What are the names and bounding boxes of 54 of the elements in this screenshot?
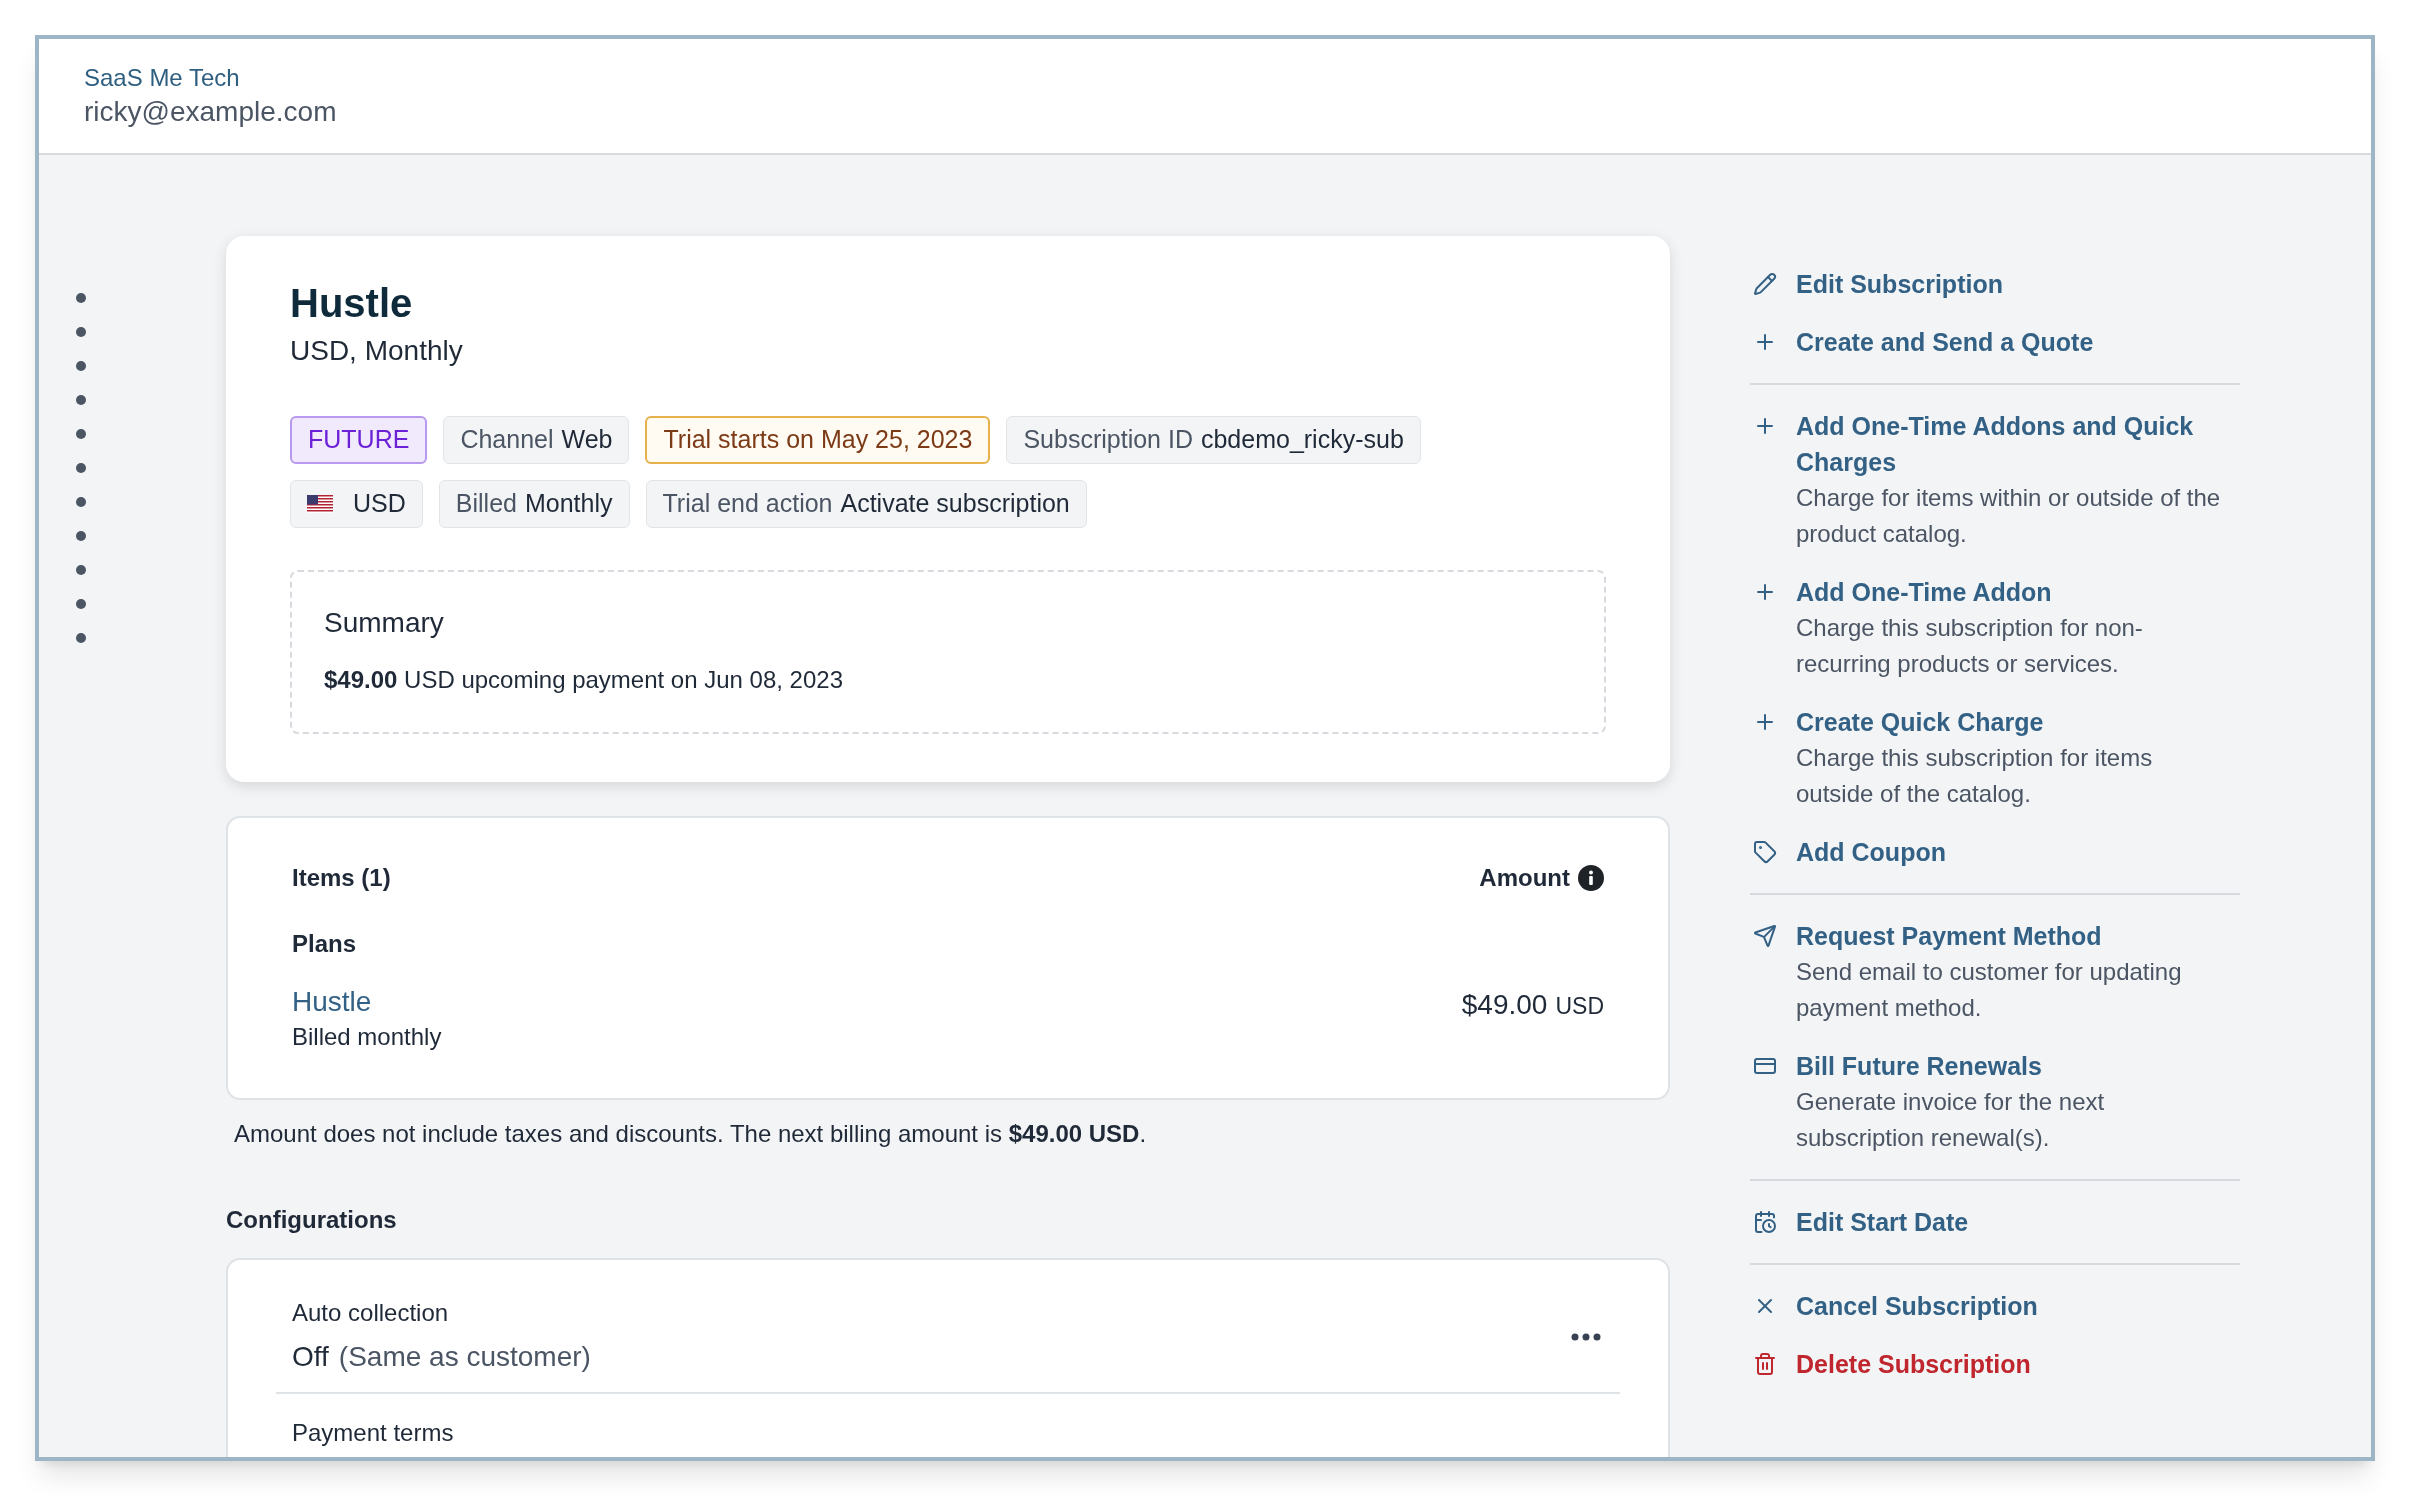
action-link[interactable]: Edit Start Date (1796, 1204, 1969, 1240)
action-link[interactable]: Bill Future Renewals (1796, 1048, 2236, 1084)
paper-plane-icon (1753, 924, 1777, 948)
badge-value: cbdemo_ricky-sub (1200, 424, 1404, 456)
config-note: (Same as customer) (338, 1340, 591, 1374)
badge-label: Channel (460, 424, 554, 456)
badge-value: Activate subscription (840, 488, 1070, 520)
status-badge: FUTURE (290, 416, 428, 464)
plan-link[interactable]: Hustle (292, 984, 442, 1020)
config-label: Auto collection (292, 1298, 450, 1328)
summary-title: Summary (324, 606, 445, 640)
summary-text: $49.00 USD upcoming payment on Jun 08, 2023 (324, 665, 844, 695)
us-flag-icon (307, 495, 333, 513)
action-link[interactable]: Delete Subscription (1796, 1346, 2031, 1382)
company-name[interactable]: SaaS Me Tech (84, 62, 2371, 94)
config-value: Off (292, 1340, 329, 1374)
billing-note: Amount does not include taxes and discounts. The next billing amount is $49.00 USD. (234, 1119, 1148, 1149)
action-description: Generate invoice for the next subscription renewal(s). (1796, 1087, 2106, 1153)
action-link[interactable]: Create and Send a Quote (1796, 324, 2094, 360)
billing-text: Billed monthly (292, 1022, 442, 1052)
configurations-heading: Configurations (226, 1205, 398, 1235)
action-link[interactable]: Request Payment Method (1796, 918, 2236, 954)
action-description: Charge this subscription for items outside of the catalog. (1796, 743, 2154, 809)
action-description: Send email to customer for updating payment method. (1796, 957, 2183, 1023)
info-icon (1578, 865, 1604, 891)
action-link[interactable]: Edit Subscription (1796, 266, 2003, 302)
pencil-icon (1753, 272, 1777, 296)
item-currency: USD (1555, 992, 1604, 1021)
plan-title: Hustle (290, 280, 414, 327)
ellipsis-icon (1571, 1333, 1601, 1341)
action-link[interactable]: Add Coupon (1796, 834, 1946, 870)
action-description: Charge for items within or outside of the product catalog. (1796, 483, 2222, 549)
action-description: Charge this subscription for non-recurring products or services. (1796, 613, 2144, 679)
badge-label: Billed (455, 488, 517, 520)
action-link[interactable]: Create Quick Charge (1796, 704, 2236, 740)
tag-icon (1753, 840, 1777, 864)
section-heading: Plans (292, 929, 358, 959)
config-label: Payment terms (292, 1418, 455, 1448)
items-heading: Items (1) (292, 863, 391, 893)
badge-label: Subscription ID (1023, 424, 1193, 456)
badge-value: Monthly (524, 488, 613, 520)
currency-text: USD (353, 488, 406, 520)
badge-value: Web (561, 424, 613, 456)
calendar-clock-icon (1753, 1210, 1777, 1234)
badge-label: Trial end action (662, 488, 833, 520)
action-link[interactable]: Cancel Subscription (1796, 1288, 2038, 1324)
amount-heading: Amount (1479, 863, 1570, 893)
trash-icon (1753, 1352, 1777, 1376)
item-price: $49.00 (1461, 988, 1548, 1022)
action-link[interactable]: Add One-Time Addons and Quick Charges (1796, 408, 2240, 480)
action-link[interactable]: Add One-Time Addon (1796, 574, 2236, 610)
user-email: ricky@example.com (84, 95, 338, 129)
plan-subtitle: USD, Monthly (290, 334, 464, 368)
trial-badge: Trial starts on May 25, 2023 (645, 416, 991, 464)
